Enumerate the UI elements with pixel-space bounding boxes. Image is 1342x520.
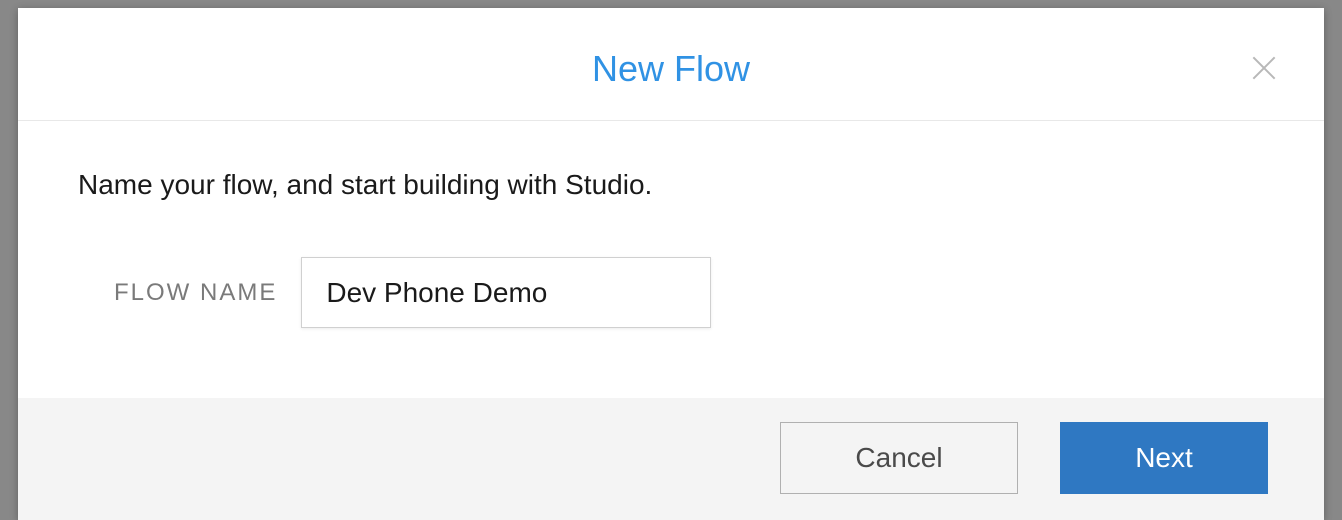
modal-title: New Flow — [38, 48, 1304, 90]
new-flow-modal: New Flow Name your flow, and start build… — [18, 8, 1324, 520]
close-button[interactable] — [1248, 52, 1280, 84]
close-icon — [1248, 52, 1280, 84]
next-button[interactable]: Next — [1060, 422, 1268, 494]
modal-body: Name your flow, and start building with … — [18, 121, 1324, 398]
modal-description: Name your flow, and start building with … — [78, 169, 1264, 201]
flow-name-input[interactable] — [301, 257, 711, 328]
flow-name-label: FLOW NAME — [114, 279, 277, 307]
modal-footer: Cancel Next — [18, 398, 1324, 520]
cancel-button[interactable]: Cancel — [780, 422, 1018, 494]
flow-name-row: FLOW NAME — [78, 257, 1264, 328]
modal-header: New Flow — [18, 8, 1324, 121]
